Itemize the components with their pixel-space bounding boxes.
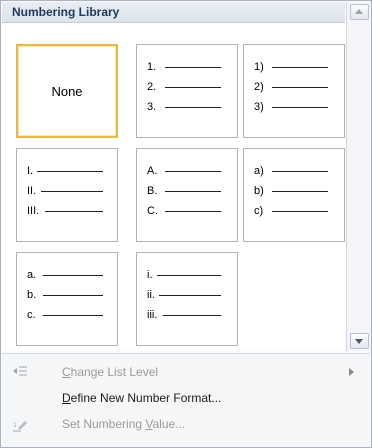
library-title: Numbering Library [12,5,120,19]
chevron-right-icon [349,368,354,376]
numbering-format-lower-alpha-dot[interactable]: a. b. c. [16,252,118,346]
marker: c) [254,205,264,217]
marker: i. [147,269,153,281]
numbering-dropdown: Numbering Library None 1. 2. 3. 1) 2) 3)… [0,0,372,448]
marker: b) [254,185,264,197]
marker: 1) [254,61,264,73]
marker: iii. [147,309,158,321]
marker: a. [27,269,37,281]
arrow-up-icon [355,9,363,14]
numbering-actions: Change List Level Define New Number Form… [2,353,370,447]
define-new-number-format-label: Define New Number Format... [62,391,222,405]
none-label: None [51,83,83,99]
numbering-format-lower-alpha-paren[interactable]: a) b) c) [243,148,345,242]
marker: a) [254,165,264,177]
numbering-library-grid: None 1. 2. 3. 1) 2) 3) I. II. III. A. B.… [2,23,345,351]
marker: 3) [254,101,264,113]
numbering-format-numeric-dot[interactable]: 1. 2. 3. [136,44,238,138]
numbering-format-lower-roman[interactable]: i. ii. iii. [136,252,238,346]
marker: 2) [254,81,264,93]
change-list-level-label: Change List Level [62,365,159,379]
marker: I. [27,165,34,177]
library-scrollbar[interactable] [346,2,371,351]
pencil-number-icon: 1 [13,421,27,432]
library-header: Numbering Library [2,2,345,23]
scroll-up-button[interactable] [350,4,369,20]
marker: ii. [147,289,155,301]
marker: 3. [147,101,157,113]
set-numbering-value-item[interactable]: 1 Set Numbering Value... [2,412,370,436]
arrow-down-icon [355,339,363,344]
marker: 2. [147,81,157,93]
svg-text:1: 1 [13,422,17,429]
define-new-number-format-item[interactable]: Define New Number Format... [2,386,370,410]
marker: 1. [147,61,157,73]
indent-level-icon [13,366,27,376]
change-list-level-item[interactable]: Change List Level [2,360,370,384]
marker: b. [27,289,37,301]
marker: c. [27,309,36,321]
numbering-format-numeric-paren[interactable]: 1) 2) 3) [243,44,345,138]
marker: A. [147,165,158,177]
scroll-down-button[interactable] [350,333,369,349]
numbering-format-upper-roman[interactable]: I. II. III. [16,148,118,242]
set-numbering-value-label: Set Numbering Value... [62,417,186,431]
numbering-format-upper-alpha[interactable]: A. B. C. [136,148,238,242]
marker: III. [27,205,40,217]
marker: B. [147,185,158,197]
numbering-none[interactable]: None [16,44,118,138]
marker: II. [27,185,37,197]
marker: C. [147,205,158,217]
